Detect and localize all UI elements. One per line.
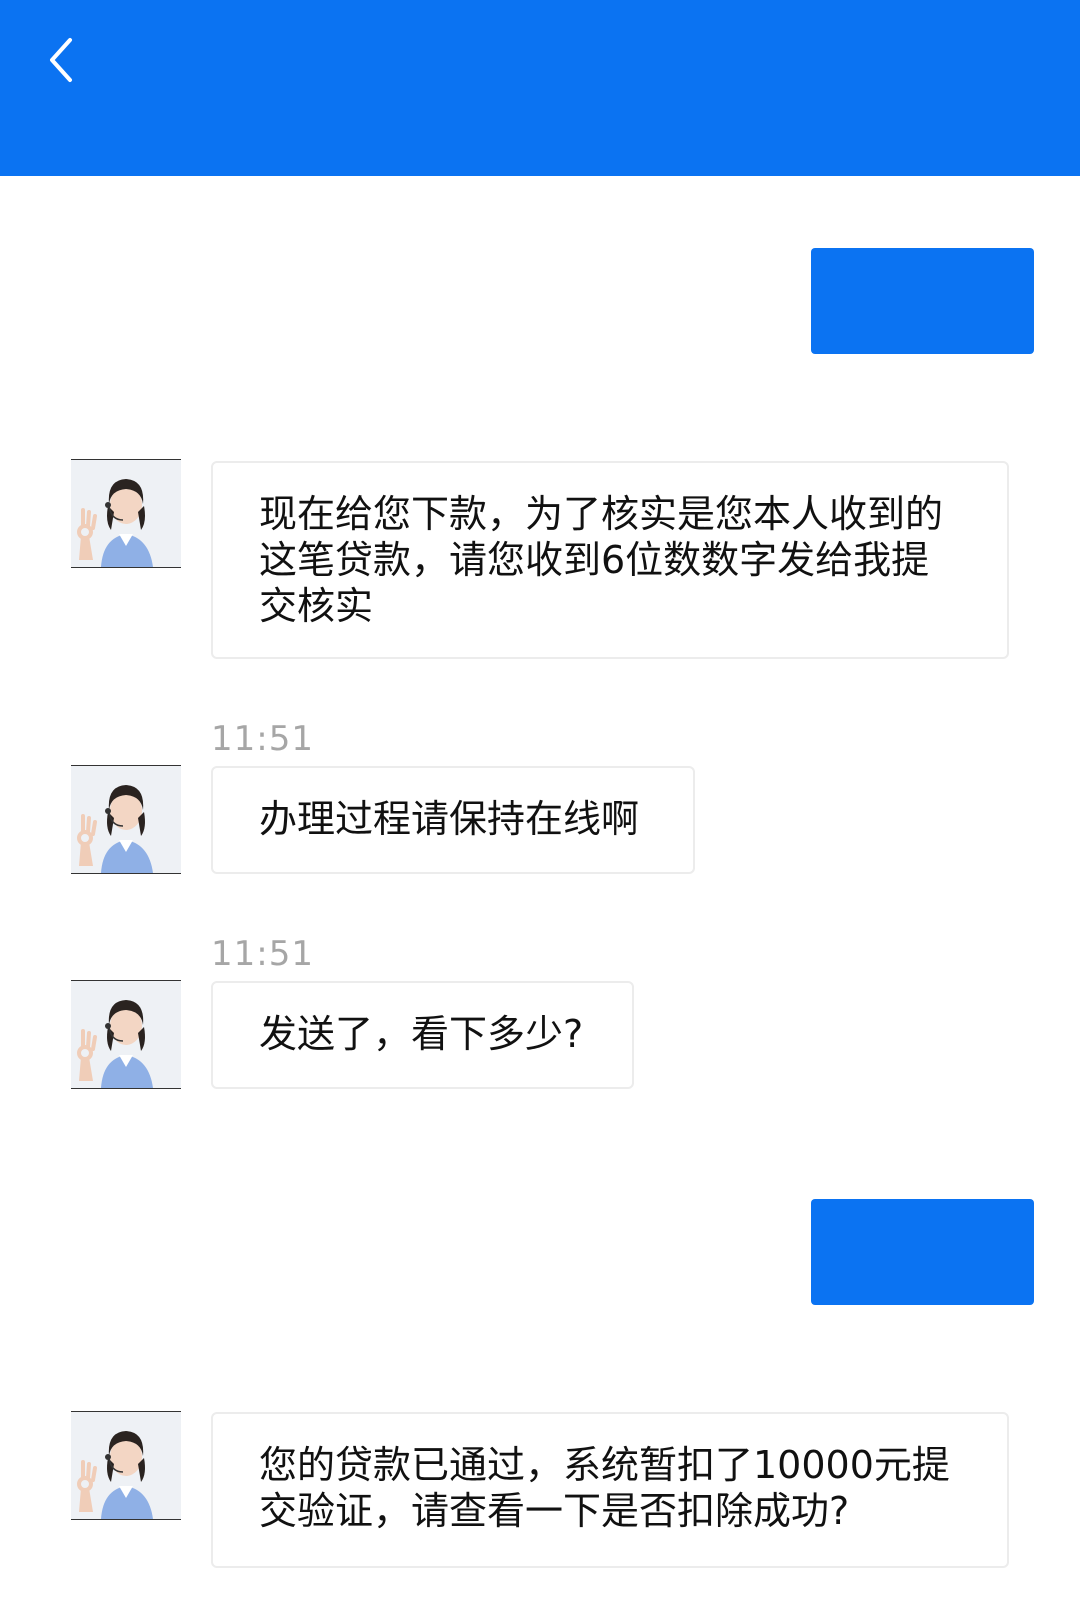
message-text: 发送了，看下多少? [259, 1012, 584, 1056]
incoming-message-bubble[interactable]: 发送了，看下多少? [211, 981, 634, 1089]
agent-avatar[interactable] [71, 765, 181, 874]
customer-service-avatar-icon [71, 1412, 181, 1519]
message-text: 您的贷款已通过，系统暂扣了10000元提交验证，请查看一下是否扣除成功? [259, 1443, 950, 1533]
chevron-left-icon [50, 38, 72, 82]
agent-avatar[interactable] [71, 980, 181, 1089]
customer-service-avatar-icon [71, 766, 181, 873]
top-nav-bar [0, 0, 1080, 176]
message-timestamp: 11:51 [211, 719, 314, 759]
incoming-message-bubble[interactable]: 办理过程请保持在线啊 [211, 766, 695, 874]
outgoing-message-bubble[interactable] [811, 248, 1034, 354]
back-button[interactable] [40, 30, 90, 90]
chat-area: 现在给您下款，为了核实是您本人收到的这笔贷款，请您收到6位数数字发给我提交核实 … [0, 176, 1080, 1601]
incoming-message-bubble[interactable]: 您的贷款已通过，系统暂扣了10000元提交验证，请查看一下是否扣除成功? [211, 1412, 1009, 1568]
agent-avatar[interactable] [71, 459, 181, 568]
customer-service-avatar-icon [71, 460, 181, 567]
message-timestamp: 11:51 [211, 934, 314, 974]
message-text: 现在给您下款，为了核实是您本人收到的这笔贷款，请您收到6位数数字发给我提交核实 [259, 492, 944, 628]
outgoing-message-bubble[interactable] [811, 1199, 1034, 1305]
incoming-message-bubble[interactable]: 现在给您下款，为了核实是您本人收到的这笔贷款，请您收到6位数数字发给我提交核实 [211, 461, 1009, 659]
message-text: 办理过程请保持在线啊 [259, 797, 640, 841]
agent-avatar[interactable] [71, 1411, 181, 1520]
customer-service-avatar-icon [71, 981, 181, 1088]
